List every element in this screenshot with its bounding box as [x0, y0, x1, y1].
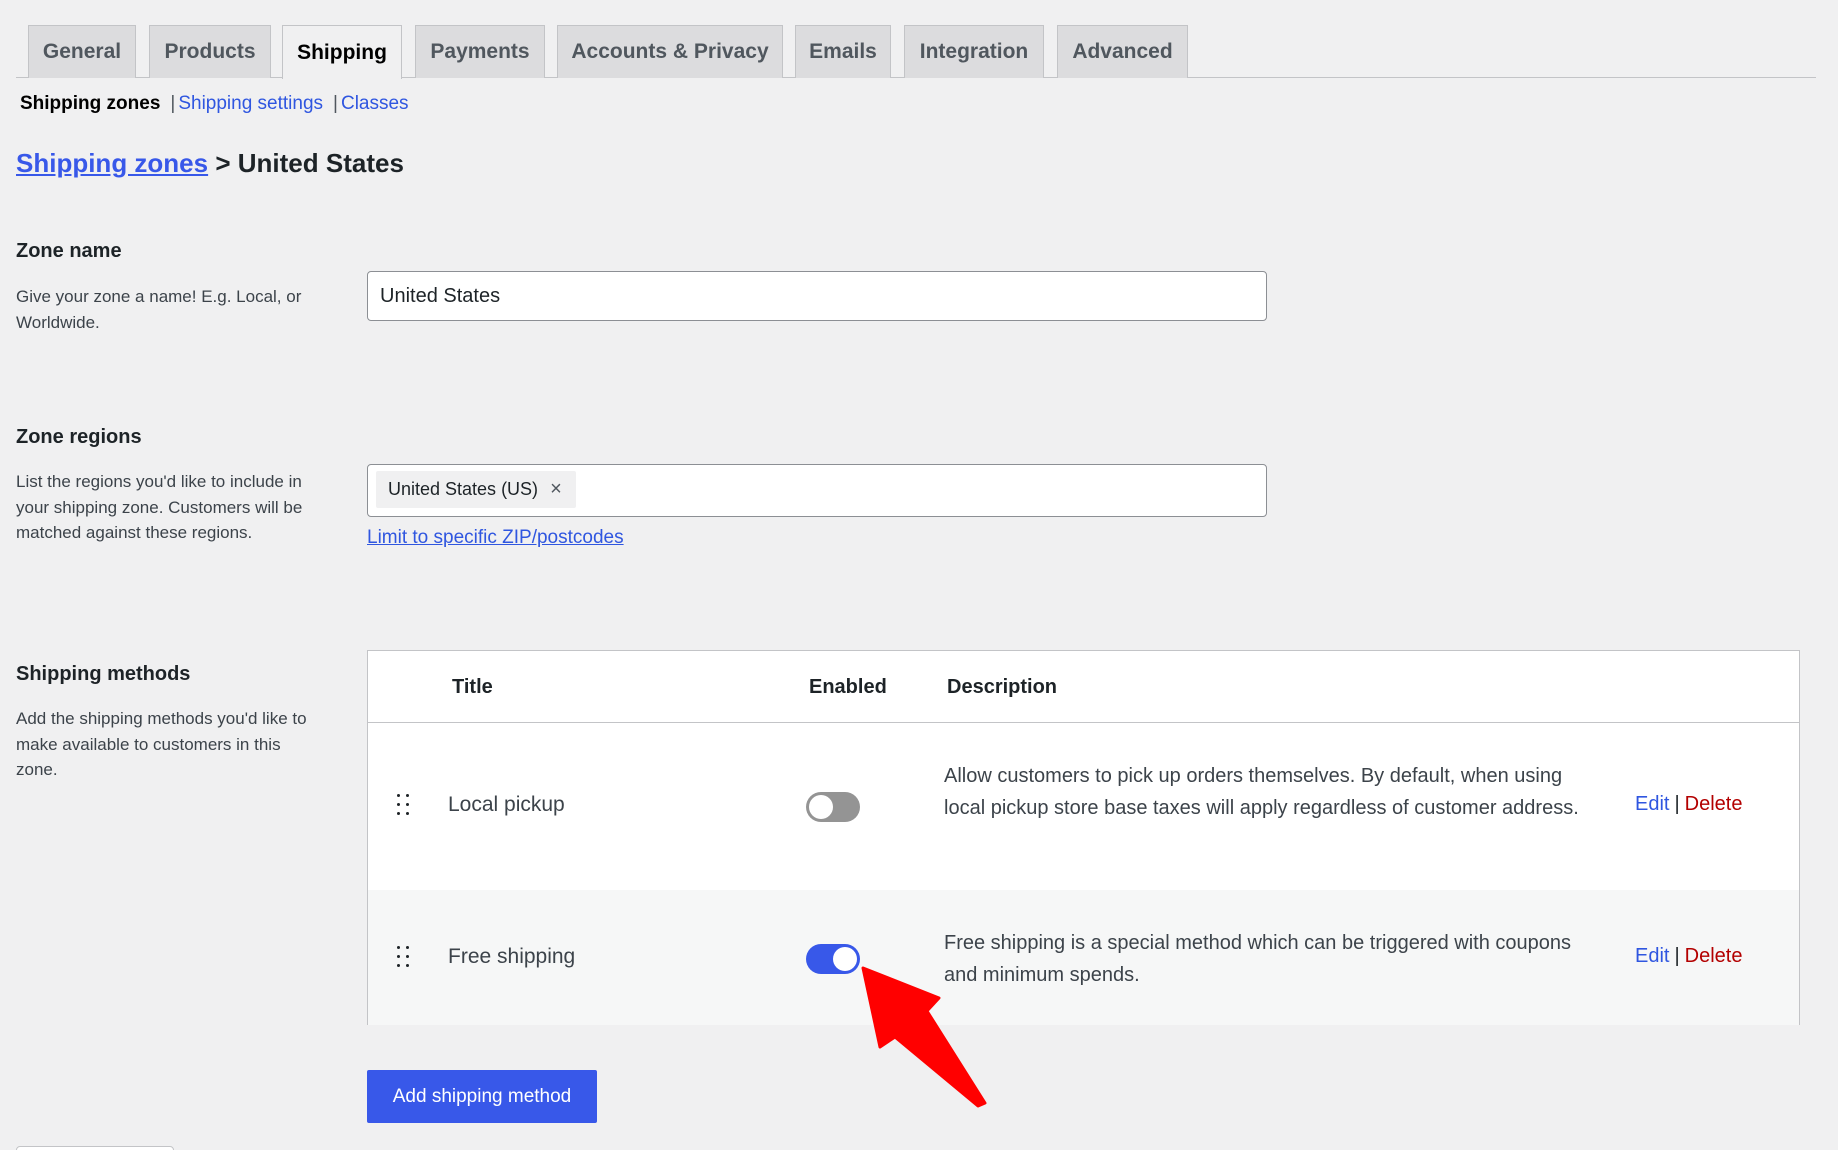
limit-zip-postcodes-link[interactable]: Limit to specific ZIP/postcodes [367, 527, 624, 549]
row-actions: Edit | Delete [1635, 793, 1742, 816]
actions-separator: | [1674, 793, 1680, 815]
subnav-separator: | [170, 93, 176, 114]
tab-emails[interactable]: Emails [795, 25, 891, 78]
settings-tabs: General Products Shipping Payments Accou… [16, 25, 1816, 79]
method-description: Allow customers to pick up orders themse… [944, 765, 1579, 819]
column-header-title: Title [452, 676, 493, 698]
breadcrumb-current: United States [237, 148, 404, 178]
delete-link[interactable]: Delete [1685, 793, 1743, 815]
shipping-subnav: Shipping zones | Shipping settings | Cla… [20, 93, 409, 115]
method-title: Free shipping [448, 945, 576, 968]
tab-advanced[interactable]: Advanced [1057, 25, 1188, 78]
shipping-methods-table: Title Enabled Description Local pickup A… [367, 650, 1800, 1025]
subnav-separator: | [333, 93, 338, 114]
zone-regions-label: Zone regions [16, 426, 142, 448]
drag-handle-icon[interactable] [397, 794, 411, 816]
zone-regions-description: List the regions you'd like to include i… [16, 472, 303, 542]
table-row: Free shipping Free shipping is a special… [368, 890, 1799, 1025]
zone-name-label: Zone name [16, 240, 122, 262]
toggle-knob [809, 795, 833, 819]
subnav-shipping-settings[interactable]: Shipping settings [178, 93, 323, 115]
table-row: Local pickup Allow customers to pick up … [368, 723, 1799, 890]
tab-shipping[interactable]: Shipping [282, 25, 402, 79]
row-actions: Edit | Delete [1635, 945, 1742, 968]
shipping-methods-label: Shipping methods [16, 663, 191, 685]
tab-accounts-privacy[interactable]: Accounts & Privacy [557, 25, 783, 78]
close-icon[interactable]: × [550, 478, 562, 501]
actions-separator: | [1674, 945, 1680, 967]
page-title-breadcrumb: Shipping zones > United States [16, 148, 404, 179]
method-title: Local pickup [448, 793, 565, 816]
column-header-description: Description [947, 676, 1058, 698]
delete-link[interactable]: Delete [1685, 945, 1743, 967]
tab-products[interactable]: Products [149, 25, 271, 78]
tab-integration[interactable]: Integration [904, 25, 1044, 78]
breadcrumb-separator: > [215, 148, 231, 178]
column-header-enabled: Enabled [809, 676, 887, 698]
zone-regions-input[interactable]: United States (US) × [367, 464, 1267, 517]
edit-link[interactable]: Edit [1635, 793, 1669, 815]
subnav-classes[interactable]: Classes [341, 93, 409, 115]
enabled-toggle[interactable] [806, 944, 860, 974]
add-shipping-method-button[interactable]: Add shipping method [367, 1070, 597, 1123]
method-description: Free shipping is a special method which … [944, 932, 1572, 986]
toggle-knob [833, 947, 857, 971]
tab-payments[interactable]: Payments [415, 25, 545, 78]
subnav-shipping-zones[interactable]: Shipping zones [20, 93, 160, 115]
drag-handle-icon[interactable] [397, 946, 411, 968]
region-chip-label: United States (US) [388, 479, 539, 499]
zone-name-description: Give your zone a name! E.g. Local, or Wo… [16, 287, 302, 332]
enabled-toggle[interactable] [806, 792, 860, 822]
partial-element [16, 1146, 174, 1150]
zone-name-input[interactable]: United States [367, 271, 1267, 321]
shipping-methods-description: Add the shipping methods you'd like to m… [16, 709, 307, 779]
region-chip: United States (US) × [376, 471, 576, 508]
table-header: Title Enabled Description [368, 651, 1799, 723]
breadcrumb-shipping-zones-link[interactable]: Shipping zones [16, 148, 208, 178]
tab-general[interactable]: General [28, 25, 136, 78]
edit-link[interactable]: Edit [1635, 945, 1669, 967]
